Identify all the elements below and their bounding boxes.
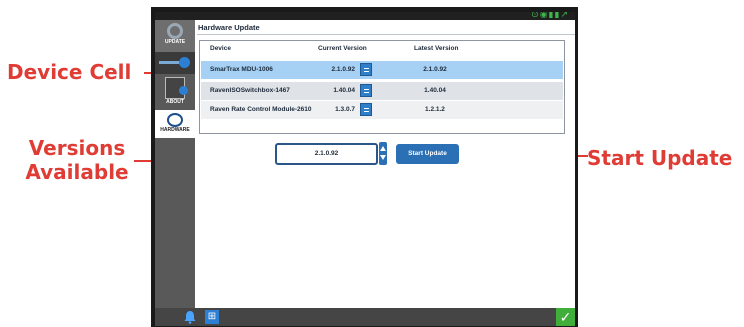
table-row[interactable]: Raven Rate Control Module-2610 1.3.0.7 1… [201,101,563,119]
chevron-down-icon[interactable] [380,155,386,160]
sidebar-item-label: HARDWARE [160,127,190,133]
device-name: RavenISOSwitchbox-1467 [210,87,290,94]
status-bar: ⊙◉▮▮↗ [155,12,575,20]
status-icons: ⊙◉▮▮↗ [531,12,569,20]
sidebar-item-about[interactable]: ABOUT [155,74,195,110]
device-screen: ⊙◉▮▮↗ UPDATE ABOUT HARDWARE Hardware Upd… [155,12,575,326]
start-update-button[interactable]: Start Update [396,144,459,164]
sidebar-item-update[interactable]: UPDATE [155,20,195,52]
current-version: 2.1.0.92 [331,66,356,73]
device-table: Device Current Version Latest Version Sm… [199,40,565,134]
key-head-icon [179,57,190,68]
version-details-icon[interactable] [360,63,372,76]
chevron-up-icon[interactable] [380,146,386,151]
confirm-check-button[interactable]: ✓ [556,308,575,326]
callout-versions-line1: Versions [28,136,126,160]
table-row[interactable]: SmarTrax MDU-1006 2.1.0.92 2.1.0.92 [201,61,563,79]
version-details-icon[interactable] [360,103,372,116]
table-row[interactable]: RavenISOSwitchbox-1467 1.40.04 1.40.04 [201,82,563,100]
gear-icon [167,23,183,39]
callout-start-update: Start Update [587,146,733,170]
sidebar-item-label: UPDATE [164,39,186,45]
column-header-device: Device [210,45,231,52]
latest-version: 1.2.1.2 [425,106,445,113]
sidebar-item-hardware[interactable]: HARDWARE [155,110,195,138]
current-version: 1.40.04 [333,87,355,94]
column-header-current-version: Current Version [318,45,367,52]
page-title: Hardware Update [198,23,260,32]
bell-icon[interactable] [183,310,197,324]
version-details-icon[interactable] [360,84,372,97]
callout-versions-line2: Available [25,160,129,184]
title-divider [197,34,575,35]
versions-available-field[interactable]: 2.1.0.92 [275,143,378,165]
sidebar-item-label: ABOUT [166,99,184,105]
callout-versions-available: Versions Available [13,136,141,184]
sidebar-nav: UPDATE ABOUT HARDWARE [155,20,195,308]
device-name: Raven Rate Control Module-2610 [210,106,312,113]
sidebar-item-key[interactable] [155,52,195,74]
latest-version: 2.1.0.92 [423,66,447,73]
callout-device-cell: Device Cell [7,60,132,84]
device-name: SmarTrax MDU-1006 [210,66,273,73]
bottom-bar: ⊞ ✓ [155,308,575,326]
latest-version: 1.40.04 [424,87,446,94]
current-version: 1.3.0.7 [335,106,355,113]
hardware-icon [167,113,183,127]
info-badge-icon [179,86,188,95]
isobus-icon[interactable]: ⊞ [205,310,219,324]
versions-stepper[interactable] [379,142,387,165]
column-header-latest-version: Latest Version [414,45,459,52]
